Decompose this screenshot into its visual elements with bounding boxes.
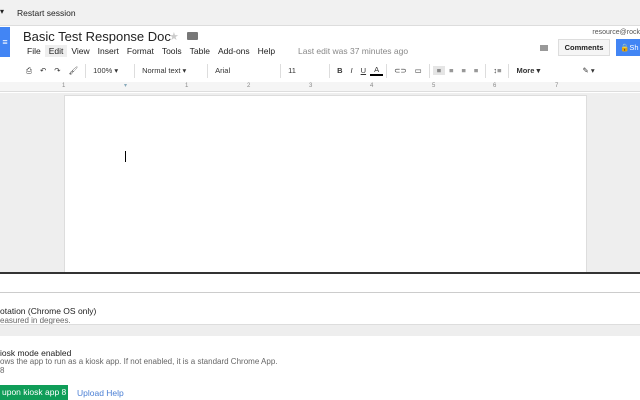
comment-insert-icon[interactable]: ▭ <box>411 66 426 75</box>
ruler-mark: 1 <box>62 83 66 89</box>
align-left-icon[interactable]: ≡ <box>432 66 446 75</box>
font-size-select[interactable]: 11 <box>284 66 326 75</box>
menu-table[interactable]: Table <box>186 45 214 57</box>
more-label: More <box>516 66 535 75</box>
zoom-select[interactable]: 100% ▾ <box>89 66 131 75</box>
document-canvas <box>0 93 640 275</box>
session-bar: ▾ Restart session <box>0 0 640 26</box>
style-value: Normal text <box>142 66 181 75</box>
menu-arrow-icon[interactable]: ▾ <box>0 7 4 16</box>
print-icon[interactable]: ⎙ <box>22 66 36 76</box>
section-separator <box>0 324 640 336</box>
undo-icon[interactable]: ↶ <box>36 66 50 75</box>
star-icon[interactable]: ★ <box>169 30 179 43</box>
menu-file[interactable]: File <box>23 45 45 57</box>
indent-marker-icon[interactable]: ▾ <box>124 82 127 89</box>
docs-logo-icon[interactable]: ≡ <box>0 27 10 57</box>
align-right-icon[interactable]: ≡ <box>458 66 470 75</box>
text-cursor <box>125 151 126 162</box>
share-button[interactable]: 🔒Sh <box>616 39 640 56</box>
menu-edit[interactable]: Edit <box>44 45 68 57</box>
font-value: Arial <box>215 66 231 75</box>
settings-panel: otation (Chrome OS only) easured in degr… <box>0 274 640 400</box>
text-color-button[interactable]: A <box>370 65 384 76</box>
ruler[interactable]: ▾ 1 1 2 3 4 5 6 7 <box>0 82 640 92</box>
ruler-mark: 1 <box>185 83 189 89</box>
justify-icon[interactable]: ≡ <box>470 66 482 75</box>
bold-button[interactable]: B <box>333 66 346 75</box>
line-spacing-icon[interactable]: ↕≡ <box>489 66 505 75</box>
font-select[interactable]: Arial <box>211 66 277 75</box>
account-email[interactable]: resource@rock <box>592 29 640 36</box>
underline-button[interactable]: U <box>357 66 370 75</box>
ruler-mark: 2 <box>247 83 251 89</box>
document-page[interactable] <box>64 95 587 275</box>
link-icon[interactable]: ⊂⊃ <box>390 66 411 75</box>
last-edit-status[interactable]: Last edit was 37 minutes ago <box>298 46 408 56</box>
menu-tools[interactable]: Tools <box>158 45 186 57</box>
ruler-mark: 6 <box>493 83 497 89</box>
ruler-mark: 7 <box>555 83 559 89</box>
ruler-mark: 3 <box>309 83 313 89</box>
lock-icon: 🔒 <box>620 43 630 52</box>
align-center-icon[interactable]: ≡ <box>445 66 457 75</box>
menu-help[interactable]: Help <box>254 45 279 57</box>
font-size-value: 11 <box>288 66 296 75</box>
redo-icon[interactable]: ↷ <box>50 66 64 75</box>
style-select[interactable]: Normal text ▾ <box>138 66 204 75</box>
kiosk-extra: 8 <box>0 366 5 375</box>
paint-format-icon[interactable]: 🖌 <box>65 66 83 75</box>
more-button[interactable]: More ▾ <box>512 66 578 75</box>
menu-addons[interactable]: Add-ons <box>214 45 254 57</box>
italic-button[interactable]: I <box>347 66 357 75</box>
folder-icon[interactable] <box>187 32 198 40</box>
rotation-title: otation (Chrome OS only) <box>0 306 97 316</box>
kiosk-description: ows the app to run as a kiosk app. If no… <box>0 357 278 366</box>
upload-kiosk-app-button[interactable]: upon kiosk app 8 <box>0 385 68 400</box>
menu-bar: File Edit View Insert Format Tools Table… <box>23 45 279 57</box>
comments-button[interactable]: Comments <box>558 39 610 56</box>
menu-format[interactable]: Format <box>123 45 158 57</box>
upload-help-link[interactable]: Upload Help <box>77 388 124 398</box>
restart-session-button[interactable]: Restart session <box>17 8 76 18</box>
docs-editor: ≡ Basic Test Response Doc ★ resource@roc… <box>0 26 640 275</box>
menu-view[interactable]: View <box>67 45 93 57</box>
divider <box>0 292 640 293</box>
zoom-value: 100% <box>93 66 113 75</box>
doc-title[interactable]: Basic Test Response Doc <box>23 29 171 44</box>
ruler-mark: 5 <box>432 83 436 89</box>
comment-icon[interactable] <box>540 45 548 51</box>
editing-mode-icon[interactable]: ✎ ▾ <box>578 66 598 75</box>
share-label: Sh <box>629 43 639 52</box>
ruler-mark: 4 <box>370 83 374 89</box>
menu-insert[interactable]: Insert <box>94 45 123 57</box>
toolbar: ⎙ ↶ ↷ 🖌 100% ▾ Normal text ▾ Arial 11 B … <box>0 61 640 80</box>
